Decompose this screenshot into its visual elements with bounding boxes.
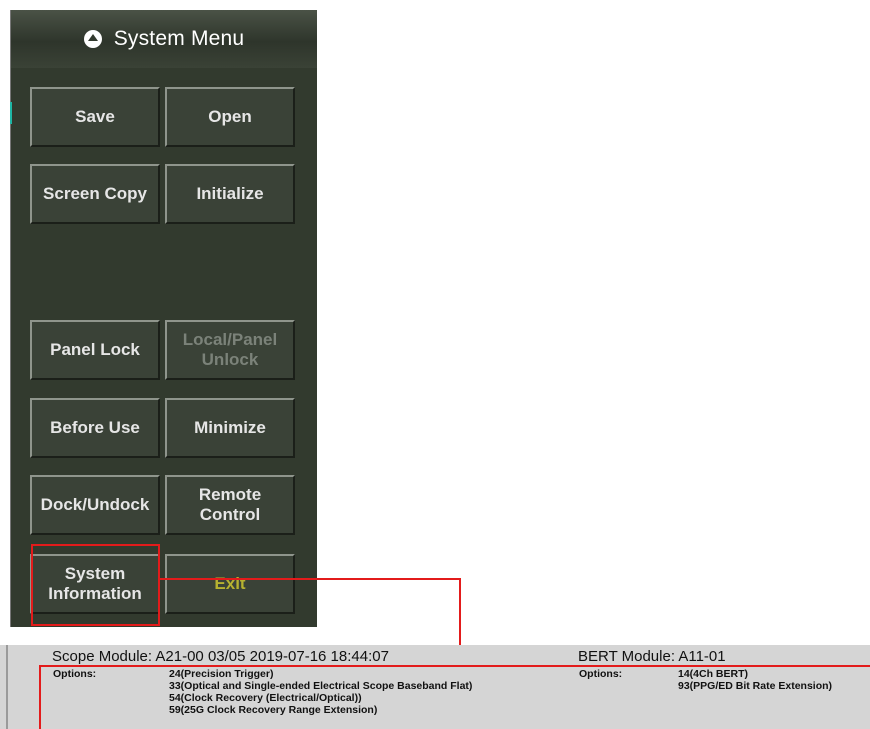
screen-copy-button[interactable]: Screen Copy xyxy=(30,164,160,224)
info-left-edge xyxy=(6,645,8,729)
panel-lock-label: Panel Lock xyxy=(50,340,140,359)
scope-module-heading: Scope Module: A21-00 03/05 2019-07-16 18… xyxy=(52,648,389,665)
bert-options-label: Options: xyxy=(579,668,623,680)
bert-module-heading: BERT Module: A11-01 xyxy=(578,648,726,665)
system-information-highlight xyxy=(31,544,160,626)
exit-label: Exit xyxy=(214,574,246,593)
remote-control-label-line1: Remote xyxy=(198,485,262,504)
local-panel-unlock-label-line1: Local/Panel xyxy=(182,330,278,349)
scope-options-label: Options: xyxy=(53,668,97,680)
scope-option-item: 24(Precision Trigger) xyxy=(169,668,274,680)
open-button[interactable]: Open xyxy=(165,87,295,147)
before-use-label: Before Use xyxy=(50,418,140,437)
dock-undock-button[interactable]: Dock/Undock xyxy=(30,475,160,535)
save-button[interactable]: Save xyxy=(30,87,160,147)
open-label: Open xyxy=(208,107,252,126)
system-menu-title: System Menu xyxy=(113,27,245,50)
scope-option-item: 33(Optical and Single-ended Electrical S… xyxy=(169,680,473,692)
system-information-panel: Scope Module: A21-00 03/05 2019-07-16 18… xyxy=(0,645,870,729)
screen-copy-label: Screen Copy xyxy=(43,184,147,203)
connector-line-vertical xyxy=(459,578,461,648)
exit-button[interactable]: Exit xyxy=(165,554,295,614)
local-panel-unlock-button[interactable]: Local/Panel Unlock xyxy=(165,320,295,380)
bert-option-item: 93(PPG/ED Bit Rate Extension) xyxy=(678,680,833,692)
minimize-label: Minimize xyxy=(194,418,266,437)
circle-up-arrow-icon[interactable] xyxy=(83,30,102,48)
dock-undock-label: Dock/Undock xyxy=(40,495,150,514)
bert-option-item: 14(4Ch BERT) xyxy=(678,668,749,680)
save-label: Save xyxy=(75,107,115,126)
remote-control-label-line2: Control xyxy=(199,505,261,524)
before-use-button[interactable]: Before Use xyxy=(30,398,160,458)
local-panel-unlock-label-line2: Unlock xyxy=(201,350,259,369)
connector-line-horizontal xyxy=(160,578,461,580)
scope-option-item: 59(25G Clock Recovery Range Extension) xyxy=(169,704,378,716)
system-menu-header[interactable]: System Menu xyxy=(11,10,317,68)
initialize-label: Initialize xyxy=(196,184,264,203)
initialize-button[interactable]: Initialize xyxy=(165,164,295,224)
side-marker xyxy=(10,102,12,124)
remote-control-button[interactable]: Remote Control xyxy=(165,475,295,535)
panel-lock-button[interactable]: Panel Lock xyxy=(30,320,160,380)
scope-option-item: 54(Clock Recovery (Electrical/Optical)) xyxy=(169,692,362,704)
minimize-button[interactable]: Minimize xyxy=(165,398,295,458)
